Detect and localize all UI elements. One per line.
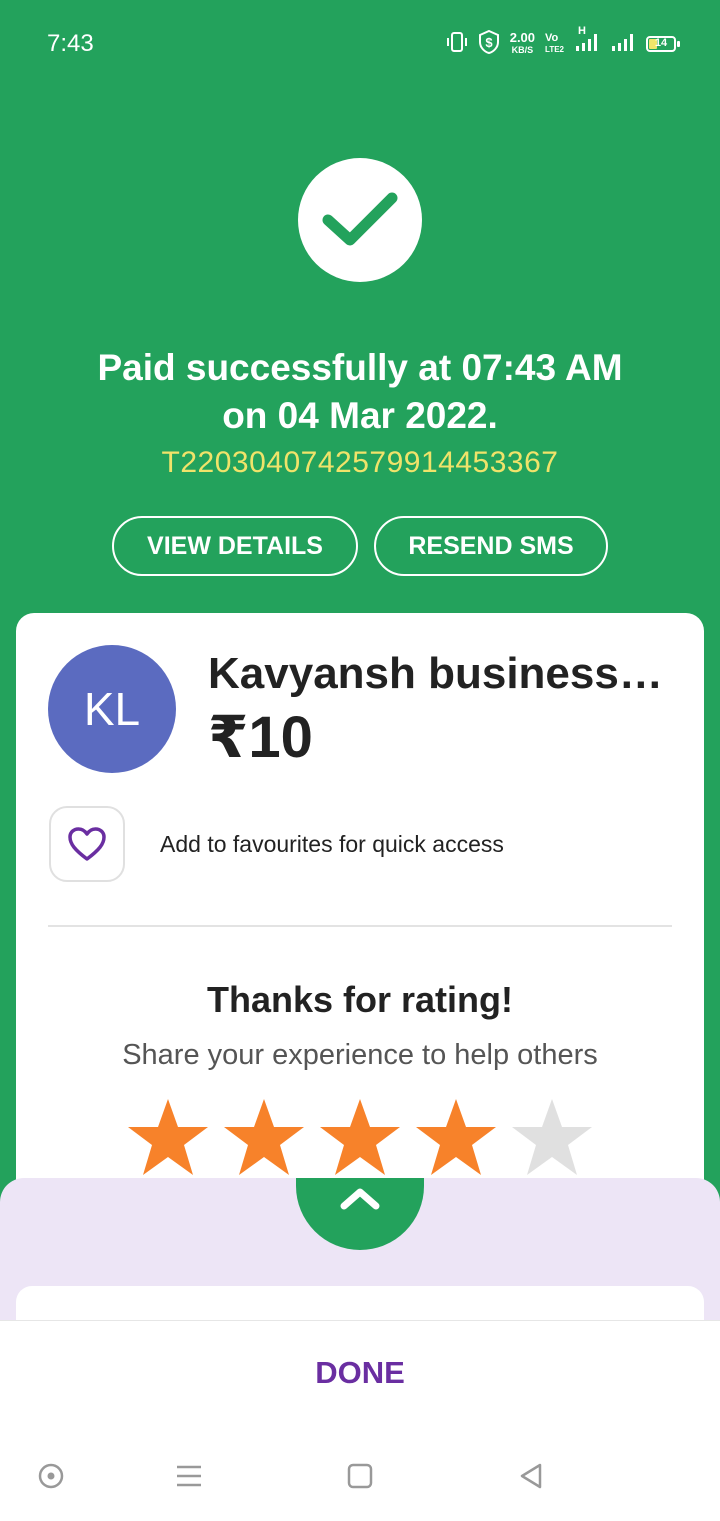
status-bar: 7:43 $ 2.00 KB/S Vo LTE2 H 14 <box>0 0 720 88</box>
merchant-card: KL Kavyansh business services ₹10 Add to… <box>16 613 704 1253</box>
expand-sheet-button[interactable] <box>296 1178 424 1250</box>
network-speed: 2.00 KB/S <box>509 30 536 55</box>
back-triangle-icon <box>520 1463 542 1489</box>
divider <box>48 925 672 927</box>
home-nav-button[interactable] <box>335 1451 385 1501</box>
star-filled-icon[interactable] <box>222 1097 306 1177</box>
star-filled-icon[interactable] <box>126 1097 210 1177</box>
menu-icon <box>177 1465 201 1487</box>
done-button[interactable]: DONE <box>0 1355 720 1391</box>
merchant-name: Kavyansh business services <box>208 649 668 698</box>
assistant-icon <box>38 1463 64 1489</box>
favourite-button[interactable] <box>49 806 125 882</box>
svg-text:$: $ <box>485 35 493 50</box>
favourite-label[interactable]: Add to favourites for quick access <box>160 831 504 858</box>
transaction-id: T2203040742579914453367 <box>161 446 559 479</box>
star-rating <box>126 1097 594 1177</box>
signal-h-icon: H <box>574 25 600 57</box>
merchant-avatar: KL <box>48 645 176 773</box>
assistant-nav-button[interactable] <box>26 1451 76 1501</box>
star-filled-icon[interactable] <box>318 1097 402 1177</box>
status-icons: $ 2.00 KB/S Vo LTE2 H 14 <box>446 25 680 59</box>
success-check-icon <box>298 158 422 282</box>
rating-subtitle: Share your experience to help others <box>122 1039 598 1071</box>
payment-status-text: Paid successfully at 07:43 AM on 04 Mar … <box>97 347 623 436</box>
chevron-up-icon <box>340 1188 380 1210</box>
payment-amount: ₹10 <box>208 705 313 770</box>
volte-indicator: Vo LTE2 <box>545 32 564 55</box>
signal-icon <box>610 32 636 57</box>
star-empty-icon[interactable] <box>510 1097 594 1177</box>
rating-title: Thanks for rating! <box>206 979 514 1020</box>
footer: DONE <box>0 1320 720 1521</box>
star-filled-icon[interactable] <box>414 1097 498 1177</box>
resend-sms-button[interactable]: RESEND SMS <box>374 516 608 576</box>
view-details-button[interactable]: VIEW DETAILS <box>112 516 358 576</box>
status-time: 7:43 <box>47 30 94 57</box>
system-nav-bar <box>0 1451 720 1501</box>
battery-icon: 14 <box>646 36 680 52</box>
menu-nav-button[interactable] <box>164 1451 214 1501</box>
home-square-icon <box>347 1463 373 1489</box>
back-nav-button[interactable] <box>506 1451 556 1501</box>
heart-icon <box>68 827 106 861</box>
vibrate-icon <box>446 31 468 58</box>
shield-dollar-icon: $ <box>478 29 500 59</box>
